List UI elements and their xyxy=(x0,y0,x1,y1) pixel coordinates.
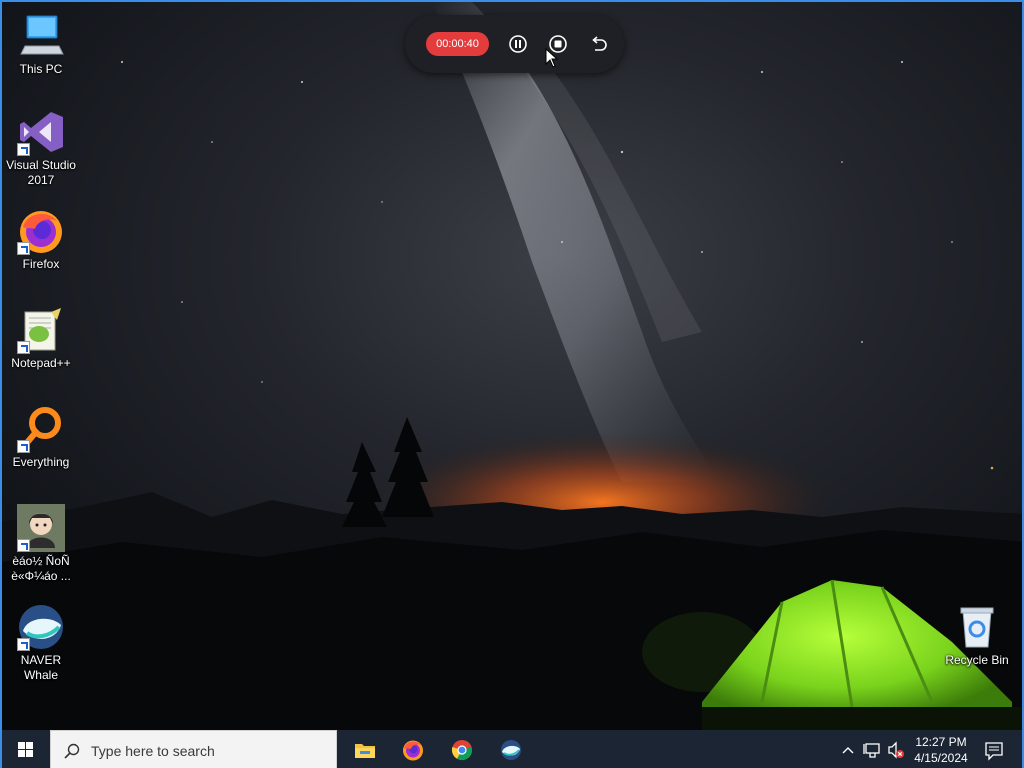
recording-timer: 00:00:40 xyxy=(426,32,489,56)
network-icon xyxy=(863,743,880,758)
desktop-wallpaper xyxy=(2,2,1022,730)
desktop-icon-visual-studio[interactable]: Visual Studio 2017 xyxy=(3,108,79,188)
file-explorer-icon xyxy=(355,744,375,758)
undo-icon xyxy=(592,36,607,51)
desktop-icon-label: NAVER Whale xyxy=(20,653,62,682)
search-icon xyxy=(64,743,80,759)
desktop-icon-everything[interactable]: Everything xyxy=(3,405,79,470)
volume-muted-icon xyxy=(888,741,904,759)
shortcut-arrow-icon xyxy=(17,539,30,552)
notepadpp-icon xyxy=(17,306,65,354)
action-center-button[interactable] xyxy=(978,730,1010,768)
taskbar-chrome[interactable] xyxy=(438,730,486,768)
user-avatar-icon xyxy=(17,504,65,552)
firefox-icon xyxy=(17,207,65,255)
recycle-bin-icon xyxy=(953,603,1001,651)
desktop-icon-label: This PC xyxy=(19,62,63,76)
desktop-icon-naver-whale[interactable]: NAVER Whale xyxy=(3,603,79,683)
desktop-icon-firefox[interactable]: Firefox xyxy=(3,207,79,272)
taskbar-naver-whale[interactable] xyxy=(487,730,535,768)
taskbar-clock[interactable]: 12:27 PM 4/15/2024 xyxy=(908,734,974,766)
desktop-icon-label: èáo½ ÑoÑ è«Φ¼áo ... xyxy=(11,554,71,583)
desktop-icon-recycle-bin[interactable]: Recycle Bin xyxy=(939,603,1015,668)
shortcut-arrow-icon xyxy=(17,242,30,255)
taskbar-search-box[interactable]: Type here to search xyxy=(50,730,337,768)
start-button[interactable] xyxy=(2,730,50,768)
network-status-button[interactable] xyxy=(862,730,884,768)
naver-whale-icon xyxy=(17,603,65,651)
clock-time: 12:27 PM xyxy=(915,735,967,749)
shortcut-arrow-icon xyxy=(17,341,30,354)
search-placeholder: Type here to search xyxy=(91,743,215,759)
screen-recorder-toolbar: 00:00:40 xyxy=(405,15,624,73)
shortcut-arrow-icon xyxy=(17,440,30,453)
pause-button[interactable] xyxy=(508,34,528,54)
firefox-icon xyxy=(403,740,423,761)
shortcut-arrow-icon xyxy=(17,143,30,156)
desktop-icon-user-file[interactable]: èáo½ ÑoÑ è«Φ¼áo ... xyxy=(3,504,79,584)
naver-whale-icon xyxy=(501,740,521,760)
pause-icon xyxy=(509,35,527,53)
desktop-icon-label: Everything xyxy=(12,455,70,469)
chevron-up-icon xyxy=(842,747,854,754)
screen: This PC Visual Studio 2017 Firefox Notep… xyxy=(0,0,1024,768)
taskbar-file-explorer[interactable] xyxy=(341,730,389,768)
volume-button[interactable] xyxy=(886,730,908,768)
taskbar-firefox[interactable] xyxy=(389,730,437,768)
desktop-icon-label: Visual Studio 2017 xyxy=(6,158,76,187)
clock-date: 4/15/2024 xyxy=(914,751,968,765)
chrome-icon xyxy=(451,740,473,761)
desktop-icon-this-pc[interactable]: This PC xyxy=(3,12,79,77)
taskbar: Type here to search 12:27 PM 4/15/2024 xyxy=(2,730,1022,768)
tray-chevron-button[interactable] xyxy=(838,730,858,768)
windows-logo-icon xyxy=(18,742,33,757)
mouse-cursor-icon xyxy=(545,48,559,68)
desktop-icon-label: Firefox xyxy=(22,257,60,271)
desktop-icon-label: Recycle Bin xyxy=(945,653,1009,667)
everything-icon xyxy=(17,405,65,453)
desktop-icon-notepadpp[interactable]: Notepad++ xyxy=(3,306,79,371)
visual-studio-icon xyxy=(17,108,65,156)
notification-icon xyxy=(985,742,1003,761)
desktop-icon-label: Notepad++ xyxy=(11,356,71,370)
shortcut-arrow-icon xyxy=(17,638,30,651)
undo-button[interactable] xyxy=(589,34,609,54)
this-pc-icon xyxy=(17,12,65,60)
